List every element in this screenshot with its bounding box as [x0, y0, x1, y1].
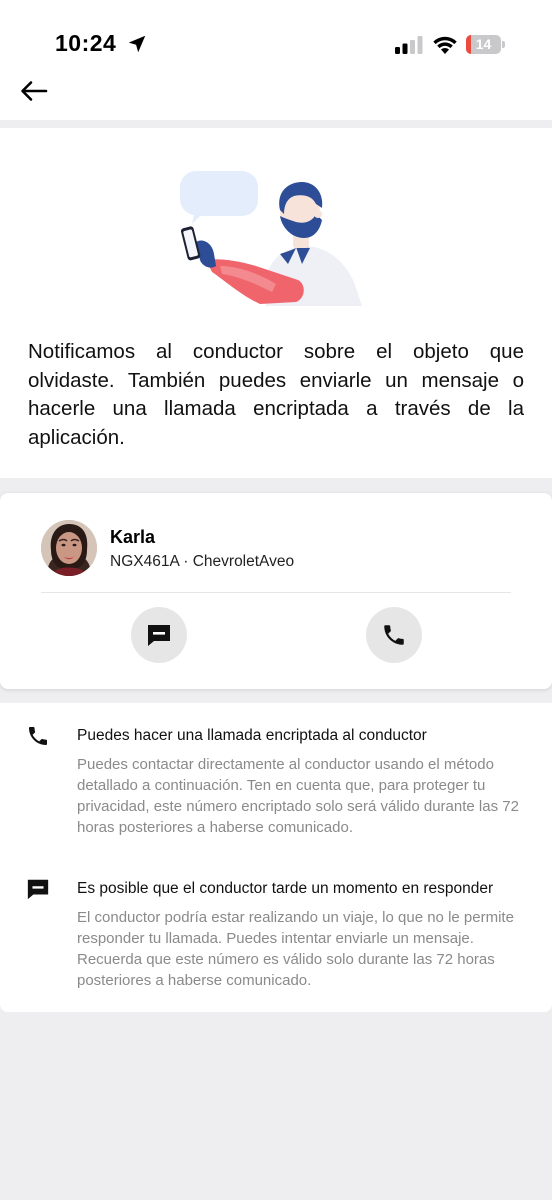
location-arrow-icon [128, 35, 146, 53]
status-time: 10:24 [55, 30, 117, 56]
info-title-call: Puedes hacer una llamada encriptada al c… [77, 727, 427, 744]
wifi-icon [433, 36, 457, 54]
driver-vehicle: ChevroletAveo [192, 553, 295, 570]
driver-card: Karla NGX461A · ChevroletAveo [0, 493, 552, 689]
back-button[interactable] [18, 78, 52, 108]
info-body-delay: El conductor podría estar realizando un … [77, 909, 514, 989]
driver-name: Karla [110, 527, 156, 547]
message-driver-button[interactable] [131, 607, 187, 663]
driver-vehicle-info: NGX461A · ChevroletAveo [110, 553, 294, 571]
message-icon [27, 879, 49, 900]
info-body-call: Puedes contactar directamente al conduct… [77, 756, 519, 836]
arrow-left-icon [21, 81, 48, 101]
notice-text: Notificamos al conductor sobre el objeto… [28, 340, 524, 449]
phone-icon [29, 727, 47, 745]
info-title-delay: Es posible que el conductor tarde un mom… [77, 880, 494, 897]
driver-phone-illustration [180, 171, 362, 306]
notice-card: Notificamos al conductor sobre el objeto… [0, 128, 552, 478]
message-icon [148, 625, 170, 646]
battery-level: 14 [475, 36, 492, 52]
info-section: Puedes hacer una llamada encriptada al c… [0, 703, 552, 1012]
call-driver-button[interactable] [366, 607, 422, 663]
status-bar: 10:24 14 [0, 0, 552, 78]
header [0, 78, 552, 120]
battery-indicator: 14 [466, 35, 506, 54]
info-separator: · [178, 553, 193, 570]
divider [41, 592, 511, 593]
driver-plate: NGX461A [110, 553, 179, 570]
driver-avatar [41, 520, 97, 576]
cellular-signal-icon [395, 36, 423, 54]
phone-icon [384, 625, 404, 645]
